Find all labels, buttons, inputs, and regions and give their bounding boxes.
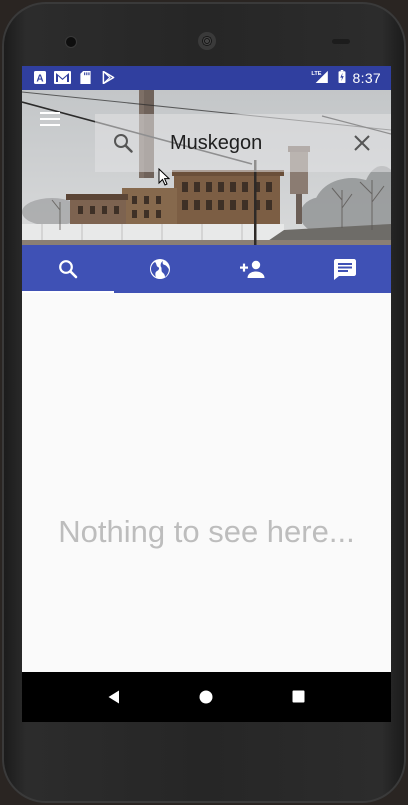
sd-card-icon [80, 71, 91, 84]
tab-globe[interactable] [114, 245, 206, 293]
play-store-icon [102, 71, 115, 84]
tab-messages[interactable] [299, 245, 391, 293]
device-frame: A LTE 8:37 Muskegon Nothing to see here.… [2, 2, 406, 803]
empty-state-message: Nothing to see here... [58, 514, 355, 549]
globe-icon [150, 259, 171, 279]
search-bar[interactable]: Muskegon [95, 114, 391, 172]
recents-icon[interactable] [292, 690, 305, 703]
app-a-icon: A [34, 71, 46, 84]
search-icon [59, 260, 78, 279]
status-bar: A LTE 8:37 [22, 66, 391, 90]
earpiece-speaker [198, 32, 216, 50]
front-camera [66, 37, 76, 47]
screen: A LTE 8:37 Muskegon Nothing to see here.… [22, 66, 391, 722]
clock: 8:37 [352, 70, 381, 86]
tab-search[interactable] [22, 245, 114, 293]
search-input[interactable]: Muskegon [170, 132, 262, 155]
tab-indicator [22, 291, 114, 293]
proximity-sensor [332, 39, 350, 44]
lte-signal-icon: LTE [311, 70, 328, 83]
gmail-icon [54, 71, 71, 84]
message-icon [333, 258, 356, 280]
svg-text:A: A [36, 74, 43, 85]
back-icon[interactable] [108, 690, 120, 704]
close-icon[interactable] [354, 135, 370, 151]
tab-bar [22, 245, 391, 293]
mouse-cursor-icon [158, 168, 170, 186]
home-icon[interactable] [199, 690, 213, 704]
battery-icon [338, 70, 346, 83]
search-icon[interactable] [113, 133, 133, 153]
svg-text:LTE: LTE [311, 71, 321, 77]
header-photo: Muskegon [22, 90, 391, 245]
add-person-icon [239, 260, 265, 278]
tab-add-person[interactable] [207, 245, 299, 293]
navigation-bar [22, 672, 391, 722]
menu-icon[interactable] [40, 111, 60, 127]
